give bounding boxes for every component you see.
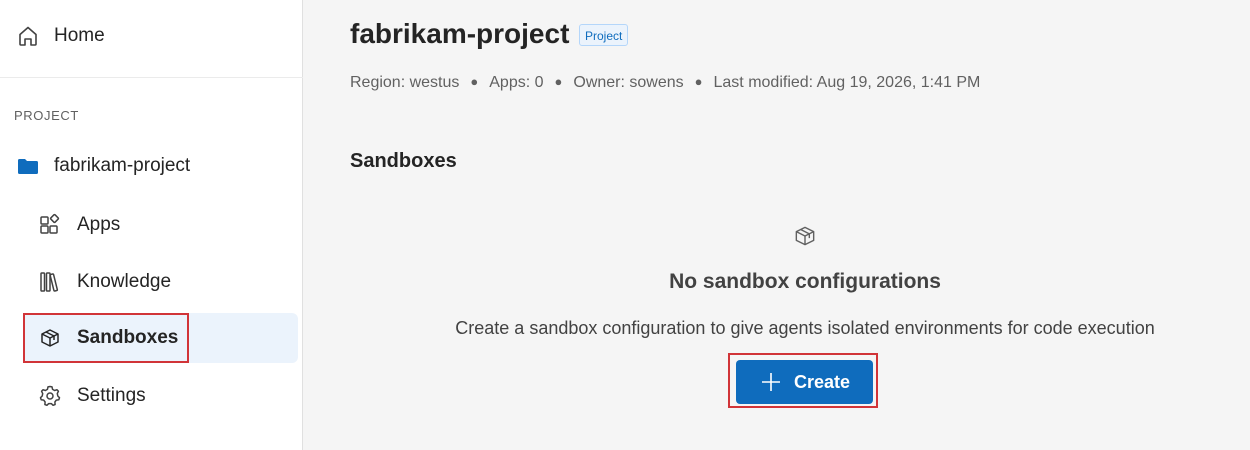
project-badge: Project [579,24,629,46]
sidebar-item-settings[interactable]: Settings [24,371,298,421]
meta-modified: Last modified: Aug 19, 2026, 1:41 PM [713,74,981,91]
meta-region: Region: westus [350,74,460,91]
plus-icon [760,371,782,393]
app-window: Home PROJECT fabrikam-project Apps Knowl… [0,0,1250,450]
separator-dot: ● [470,74,479,89]
sidebar: Home PROJECT fabrikam-project Apps Knowl… [0,0,303,450]
sidebar-item-sandboxes[interactable]: Sandboxes [24,313,298,363]
project-section-label: PROJECT [14,108,79,123]
home-icon [16,24,40,48]
sidebar-item-label: Settings [77,385,146,406]
sidebar-item-knowledge[interactable]: Knowledge [24,257,298,307]
page-title: fabrikam-project [350,18,570,49]
project-name: fabrikam-project [54,155,191,176]
sidebar-item-home[interactable]: Home [0,0,303,78]
project-metadata: Region: westus ● Apps: 0 ● Owner: sowens ● Las… [350,74,980,92]
create-button[interactable]: Create [736,360,873,404]
separator-dot: ● [694,74,703,89]
cube-icon [38,326,62,350]
library-icon [38,270,62,294]
folder-icon [16,154,40,178]
meta-owner: Owner: sowens [573,74,684,91]
sidebar-item-apps[interactable]: Apps [24,200,298,250]
section-title: Sandboxes [350,150,457,172]
sidebar-item-label: Apps [77,214,121,235]
create-button-label: Create [794,372,851,392]
separator-dot: ● [554,74,563,89]
sidebar-item-label: Sandboxes [77,327,179,348]
empty-state-description: Create a sandbox configuration to give a… [455,318,1155,338]
main-content: fabrikam-project Project Region: westus ●… [304,0,1250,450]
home-label: Home [54,25,105,46]
empty-state-title: No sandbox configurations [669,270,941,293]
gear-icon [38,384,62,408]
meta-apps: Apps: 0 [489,74,544,91]
cube-icon [792,223,818,249]
apps-icon [38,213,62,237]
sidebar-item-label: Knowledge [77,271,172,292]
sidebar-item-project[interactable]: fabrikam-project [0,146,303,186]
